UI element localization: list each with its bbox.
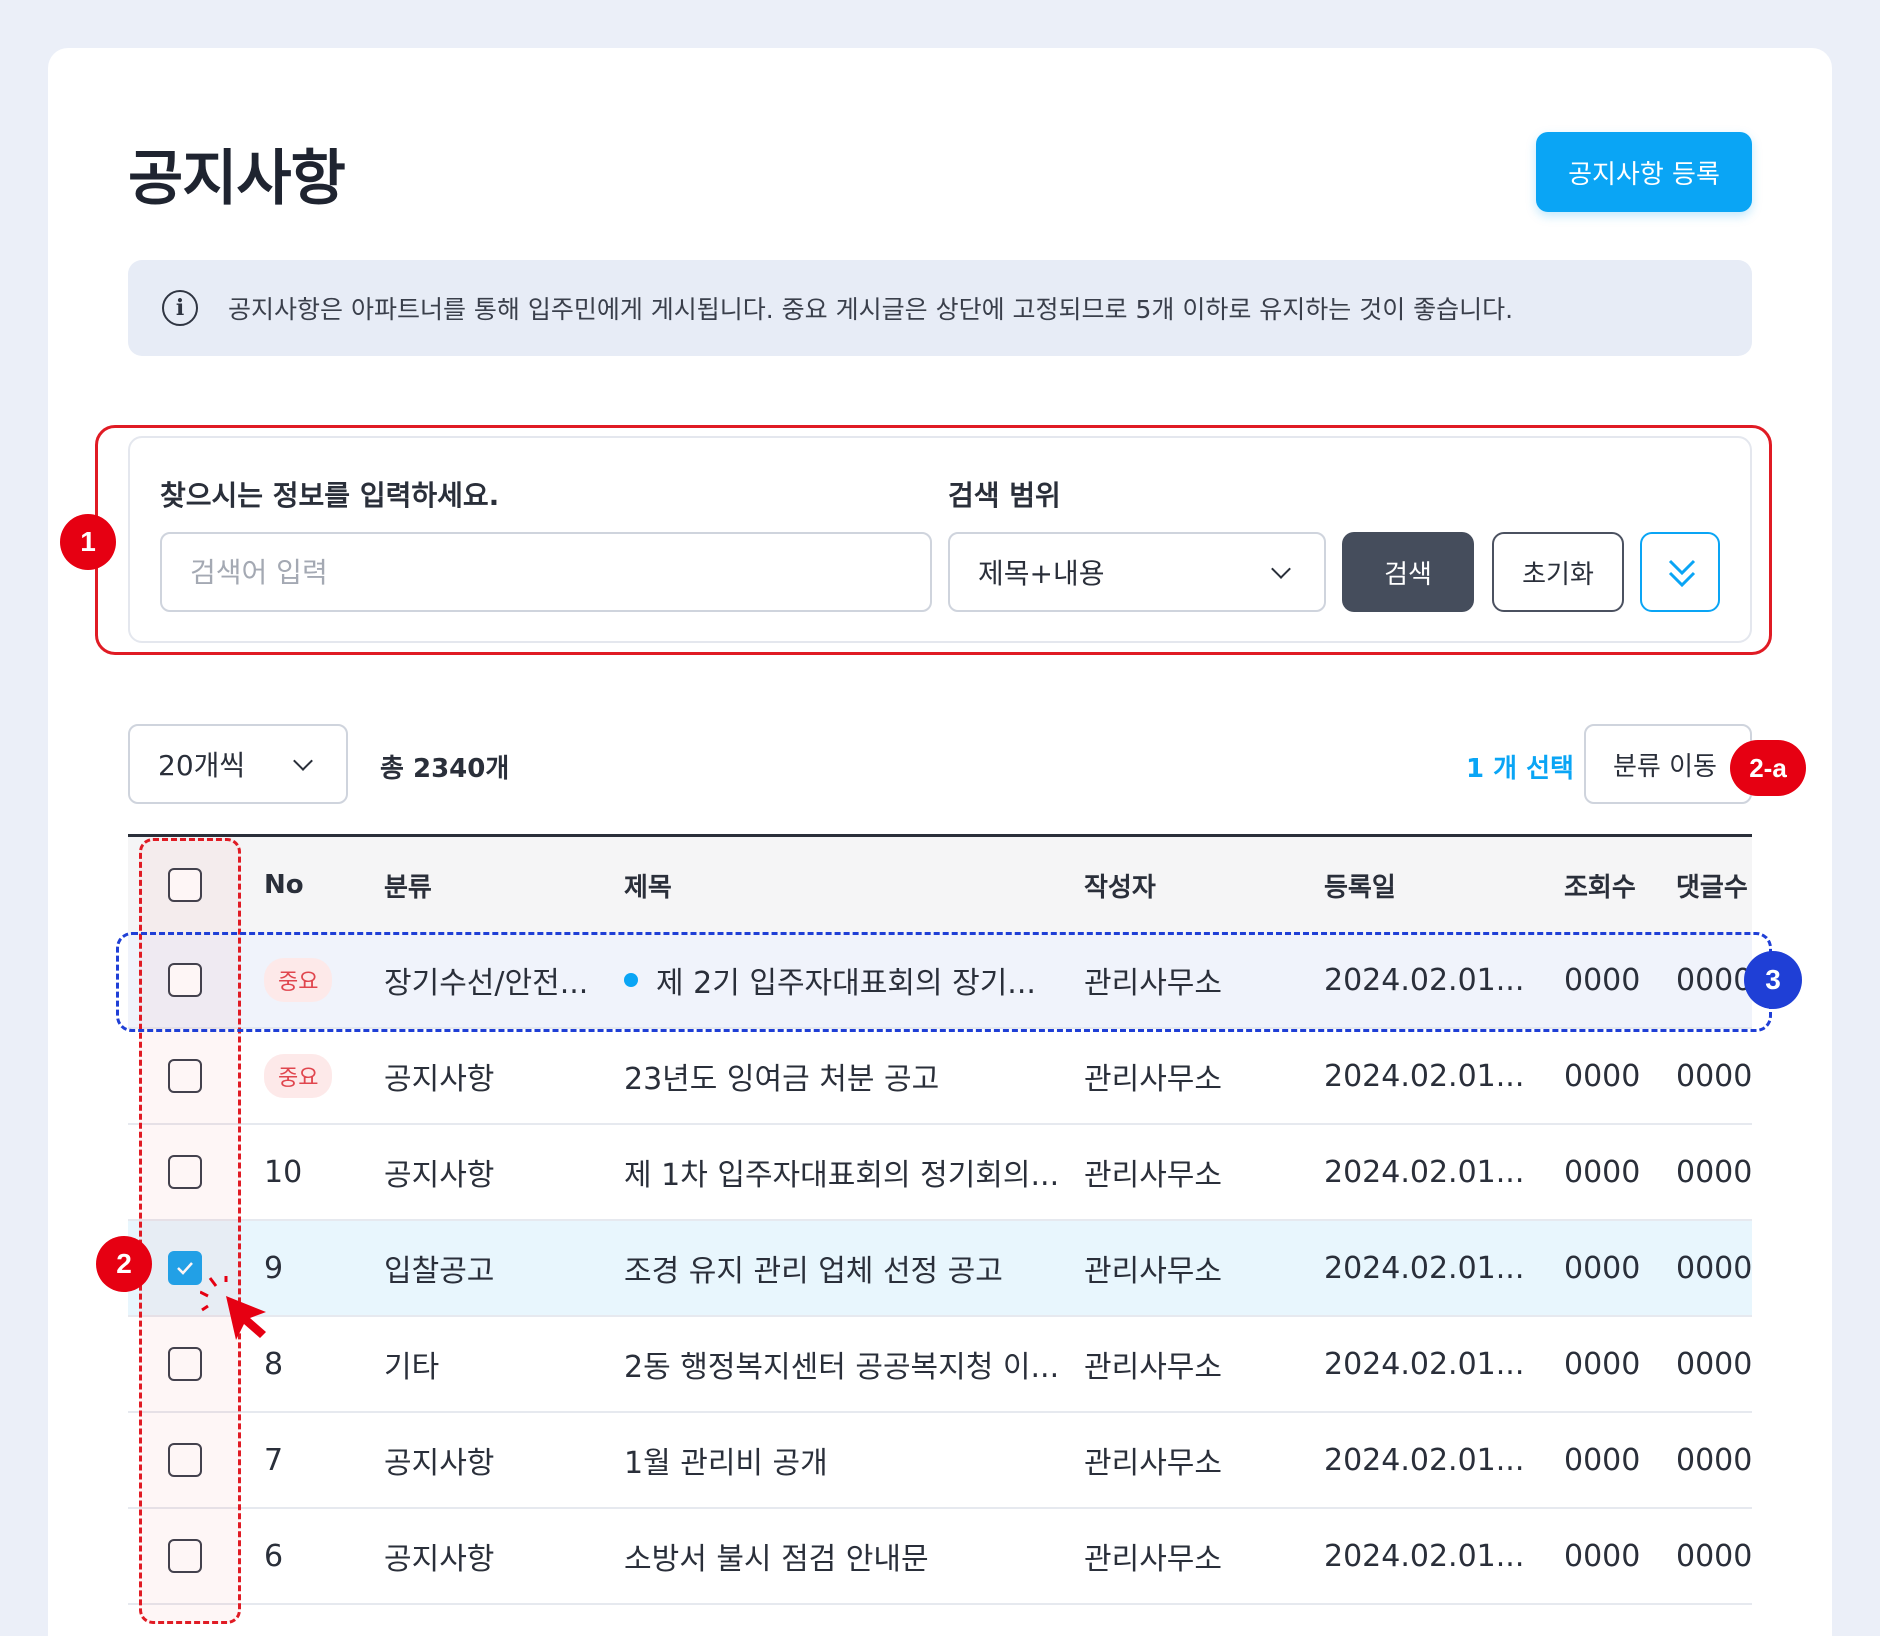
row-author: 관리사무소	[1084, 1350, 1222, 1385]
row-category: 공지사항	[384, 1542, 495, 1577]
row-category: 기타	[384, 1350, 440, 1385]
row-views: 0000	[1564, 1346, 1641, 1382]
reset-button[interactable]: 초기화	[1492, 532, 1624, 612]
table-header-row: No 분류 제목 작성자 등록일 조회수 댓글수	[128, 837, 1752, 933]
row-no: 6	[264, 1538, 284, 1574]
page-size-select[interactable]: 20개씩	[128, 724, 348, 804]
header-date[interactable]: 등록일	[1324, 837, 1534, 933]
row-no: 7	[264, 1442, 284, 1478]
annotation-badge-2a: 2-a	[1730, 740, 1806, 796]
info-icon: i	[162, 290, 198, 326]
info-text: 공지사항은 아파트너를 통해 입주민에게 게시됩니다. 중요 게시글은 상단에 …	[228, 295, 1514, 324]
row-title[interactable]: 소방서 불시 점검 안내문	[624, 1509, 1064, 1603]
row-title[interactable]: 제 1차 입주자대표회의 정기회의...	[624, 1125, 1064, 1219]
register-notice-button[interactable]: 공지사항 등록	[1536, 132, 1752, 212]
table-row[interactable]: 7 공지사항 1월 관리비 공개 관리사무소 2024.02.01... 000…	[128, 1413, 1752, 1509]
row-date: 2024.02.01...	[1324, 1346, 1525, 1382]
row-title[interactable]: 조경 유지 관리 업체 선정 공고	[624, 1221, 1064, 1315]
row-date: 2024.02.01...	[1324, 1538, 1525, 1574]
click-cursor-icon	[200, 1276, 266, 1340]
row-views: 0000	[1564, 1058, 1641, 1094]
row-title[interactable]: 1월 관리비 공개	[624, 1413, 1064, 1507]
annotation-badge-1: 1	[60, 514, 116, 570]
row-views: 0000	[1564, 1250, 1641, 1286]
row-comments: 0000	[1676, 1154, 1752, 1190]
row-category: 공지사항	[384, 1158, 495, 1193]
row-date: 2024.02.01...	[1324, 1058, 1525, 1094]
expand-filters-button[interactable]	[1640, 532, 1720, 612]
table-row[interactable]: 6 공지사항 소방서 불시 점검 안내문 관리사무소 2024.02.01...…	[128, 1509, 1752, 1605]
row-comments: 0000	[1676, 1346, 1752, 1382]
table-row[interactable]: 9 입찰공고 조경 유지 관리 업체 선정 공고 관리사무소 2024.02.0…	[128, 1221, 1752, 1317]
header-no[interactable]: No	[264, 837, 364, 933]
header-category[interactable]: 분류	[384, 837, 604, 933]
chevron-down-icon	[1271, 559, 1291, 579]
annotation-badge-2: 2	[96, 1236, 152, 1292]
row-date: 2024.02.01...	[1324, 1250, 1525, 1286]
move-category-button[interactable]: 분류 이동	[1584, 724, 1752, 804]
search-input[interactable]	[160, 532, 932, 612]
row-title[interactable]: 2동 행정복지센터 공공복지청 이...	[624, 1317, 1064, 1411]
row-comments: 0000	[1676, 1058, 1752, 1094]
important-badge: 중요	[264, 1054, 333, 1098]
row-author: 관리사무소	[1084, 1446, 1222, 1481]
row-category: 공지사항	[384, 1062, 495, 1097]
row-author: 관리사무소	[1084, 1542, 1222, 1577]
selected-count: 1 개 선택	[1466, 754, 1574, 784]
keyword-label: 찾으시는 정보를 입력하세요.	[160, 479, 500, 512]
row-comments: 0000	[1676, 1442, 1752, 1478]
row-comments: 0000	[1676, 1250, 1752, 1286]
page-size-value: 20개씩	[158, 749, 246, 782]
search-range-select[interactable]: 제목+내용	[948, 532, 1326, 612]
annotation-row-outline	[116, 932, 1772, 1032]
row-views: 0000	[1564, 1538, 1641, 1574]
header-title[interactable]: 제목	[624, 837, 1064, 933]
row-date: 2024.02.01...	[1324, 1442, 1525, 1478]
row-date: 2024.02.01...	[1324, 1154, 1525, 1190]
range-label: 검색 범위	[948, 479, 1061, 512]
chevron-down-icon	[293, 751, 313, 771]
row-author: 관리사무소	[1084, 1158, 1222, 1193]
row-views: 0000	[1564, 1442, 1641, 1478]
table-row[interactable]: 8 기타 2동 행정복지센터 공공복지청 이... 관리사무소 2024.02.…	[128, 1317, 1752, 1413]
table-row[interactable]: 10 공지사항 제 1차 입주자대표회의 정기회의... 관리사무소 2024.…	[128, 1125, 1752, 1221]
table-row[interactable]: 중요 공지사항 23년도 잉여금 처분 공고 관리사무소 2024.02.01.…	[128, 1029, 1752, 1125]
row-no: 10	[264, 1154, 303, 1190]
header-author[interactable]: 작성자	[1084, 837, 1304, 933]
total-count: 총 2340개	[380, 754, 510, 784]
range-select-value: 제목+내용	[978, 557, 1105, 590]
info-banner: i 공지사항은 아파트너를 통해 입주민에게 게시됩니다. 중요 게시글은 상단…	[128, 260, 1752, 356]
row-title[interactable]: 23년도 잉여금 처분 공고	[624, 1029, 1064, 1123]
row-author: 관리사무소	[1084, 1062, 1222, 1097]
annotation-badge-3: 3	[1744, 951, 1802, 1009]
header-comments[interactable]: 댓글수	[1676, 837, 1752, 933]
double-chevron-down-icon	[1668, 559, 1696, 588]
search-button[interactable]: 검색	[1342, 532, 1474, 612]
row-category: 공지사항	[384, 1446, 495, 1481]
row-author: 관리사무소	[1084, 1254, 1222, 1289]
row-category: 입찰공고	[384, 1254, 495, 1289]
row-comments: 0000	[1676, 1538, 1752, 1574]
row-views: 0000	[1564, 1154, 1641, 1190]
page-title: 공지사항	[128, 144, 346, 214]
header-views[interactable]: 조회수	[1564, 837, 1664, 933]
